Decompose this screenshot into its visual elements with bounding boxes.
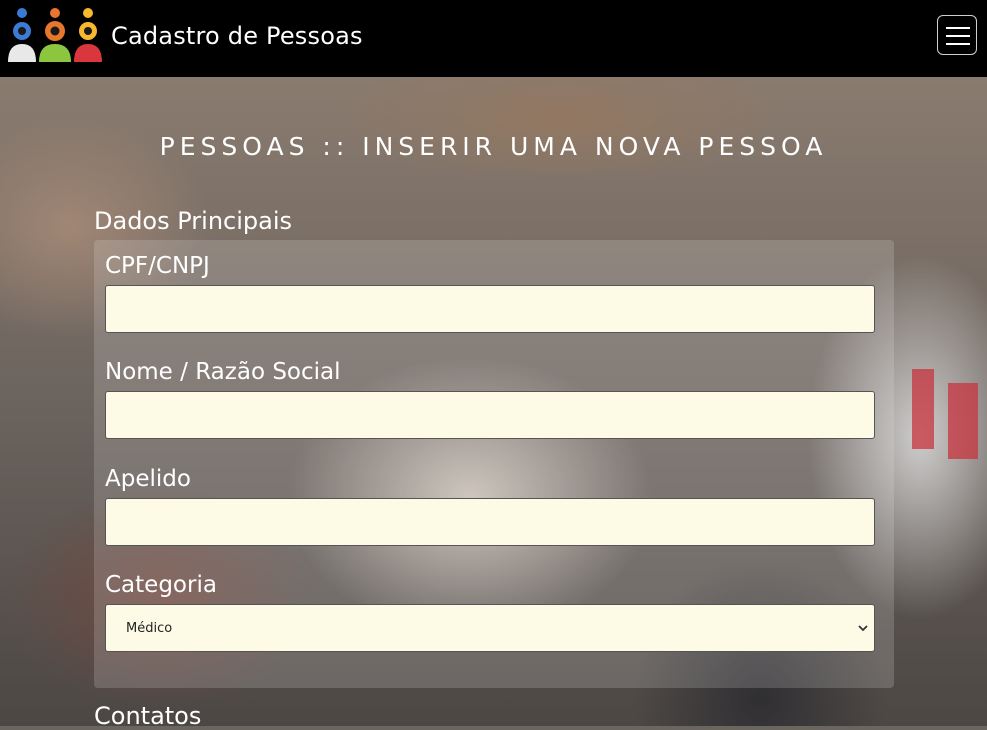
people-logo-icon[interactable] [4,6,107,64]
categoria-select[interactable]: Médico [105,604,875,652]
section-title-main: Dados Principais [94,207,293,235]
chevron-down-icon [858,625,868,632]
page-title: PESSOAS :: INSERIR UMA NOVA PESSOA [159,132,828,161]
brand-title[interactable]: Cadastro de Pessoas [111,22,363,50]
background-detail [912,369,934,449]
cpf-label: CPF/CNPJ [105,253,210,279]
nome-input[interactable] [105,391,875,439]
hamburger-icon [946,27,970,29]
menu-toggle-button[interactable] [937,15,977,55]
navbar: Cadastro de Pessoas [0,0,987,77]
categoria-label: Categoria [105,572,217,598]
nome-label: Nome / Razão Social [105,359,341,385]
background-detail [948,383,978,459]
hamburger-line [946,43,970,45]
apelido-input[interactable] [105,498,875,546]
cpf-input[interactable] [105,285,875,333]
hamburger-line [946,35,970,37]
categoria-selected-value: Médico [126,621,173,636]
apelido-label: Apelido [105,466,191,492]
